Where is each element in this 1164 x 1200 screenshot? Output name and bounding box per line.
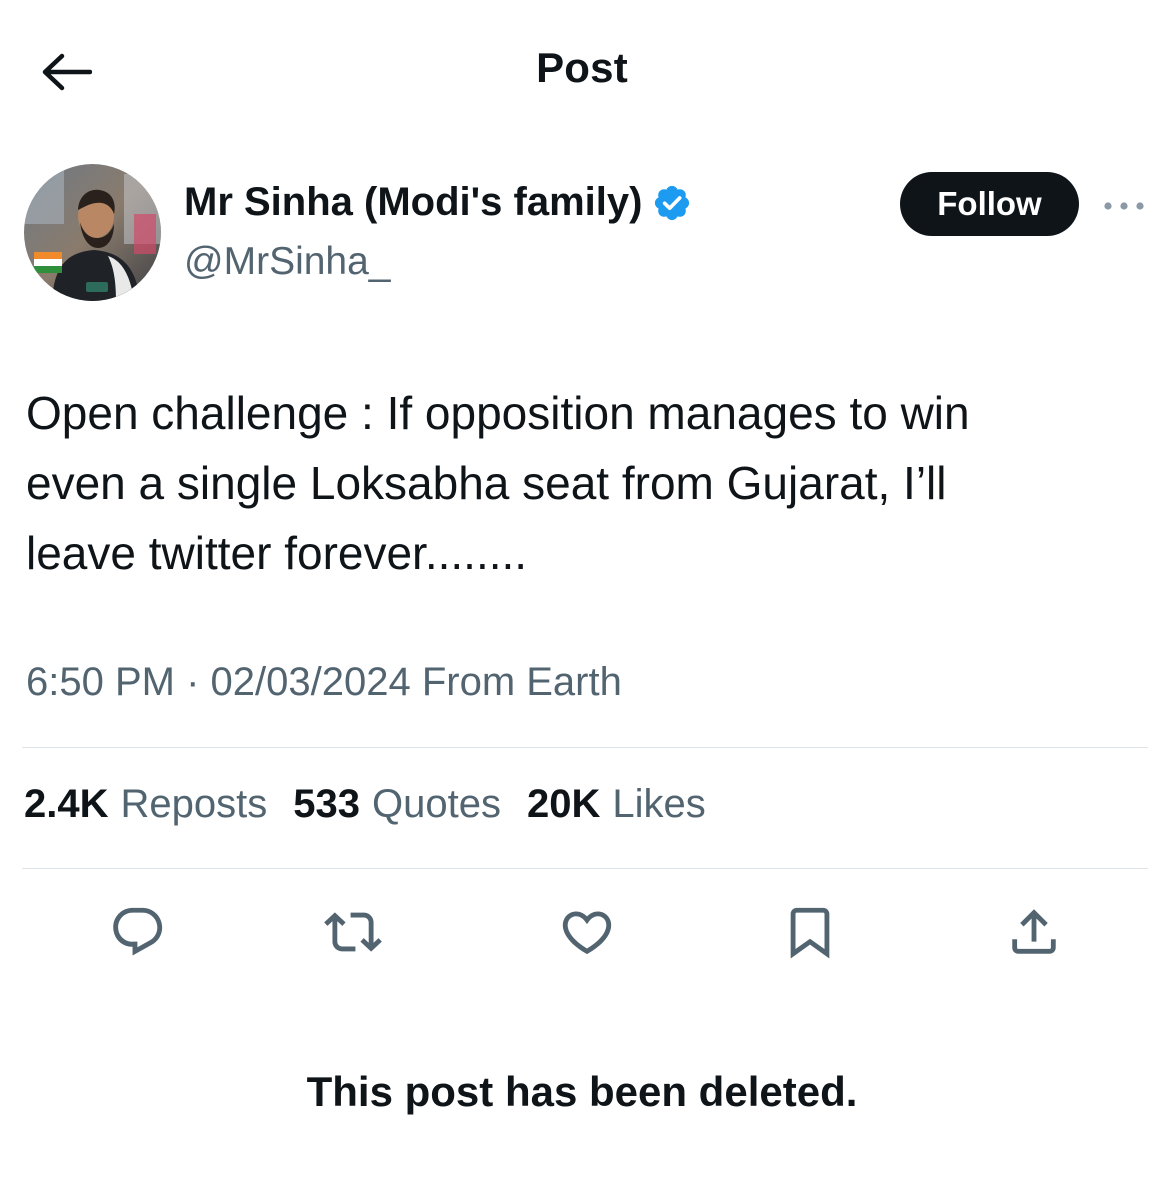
reply-icon bbox=[113, 907, 163, 956]
reply-button[interactable] bbox=[102, 896, 174, 968]
bookmark-icon bbox=[790, 907, 830, 959]
quotes-count: 533 bbox=[293, 782, 360, 826]
divider bbox=[22, 868, 1148, 869]
likes-label: Likes bbox=[612, 782, 706, 826]
verified-badge-icon[interactable] bbox=[652, 183, 692, 223]
heart-icon bbox=[562, 911, 612, 955]
follow-button[interactable]: Follow bbox=[900, 172, 1079, 236]
post-timestamp[interactable]: 6:50 PM · 02/03/2024 From Earth bbox=[26, 660, 622, 705]
page-title: Post bbox=[536, 44, 628, 91]
reposts-count: 2.4K bbox=[24, 782, 109, 826]
share-icon bbox=[1012, 909, 1056, 954]
author-name[interactable]: Mr Sinha (Modi's family) bbox=[184, 180, 642, 225]
more-horizontal-icon bbox=[1104, 202, 1144, 210]
repost-button[interactable] bbox=[317, 896, 389, 968]
author-name-row: Mr Sinha (Modi's family) bbox=[184, 180, 692, 225]
repost-icon bbox=[324, 912, 382, 952]
reposts-label: Reposts bbox=[120, 782, 268, 826]
more-options-button[interactable] bbox=[1100, 188, 1148, 224]
post-deleted-notice: This post has been deleted. bbox=[306, 1068, 858, 1115]
likes-stat[interactable]: 20K Likes bbox=[527, 782, 706, 827]
reposts-stat[interactable]: 2.4K Reposts bbox=[24, 782, 267, 827]
like-button[interactable] bbox=[551, 896, 623, 968]
top-bar: Post bbox=[0, 0, 1164, 140]
bookmark-button[interactable] bbox=[774, 896, 846, 968]
quotes-label: Quotes bbox=[372, 782, 501, 826]
post-stats: 2.4K Reposts 533 Quotes 20K Likes bbox=[24, 782, 732, 827]
post-author: Mr Sinha (Modi's family) @MrSinha_ Follo… bbox=[0, 160, 1164, 310]
divider bbox=[22, 747, 1148, 748]
post-text: Open challenge : If opposition manages t… bbox=[26, 387, 970, 579]
profile-photo bbox=[24, 164, 161, 301]
author-handle[interactable]: @MrSinha_ bbox=[184, 240, 391, 284]
likes-count: 20K bbox=[526, 782, 601, 826]
quotes-stat[interactable]: 533 Quotes bbox=[293, 782, 501, 827]
avatar[interactable] bbox=[24, 164, 161, 301]
action-bar bbox=[0, 896, 1164, 976]
share-button[interactable] bbox=[998, 896, 1070, 968]
